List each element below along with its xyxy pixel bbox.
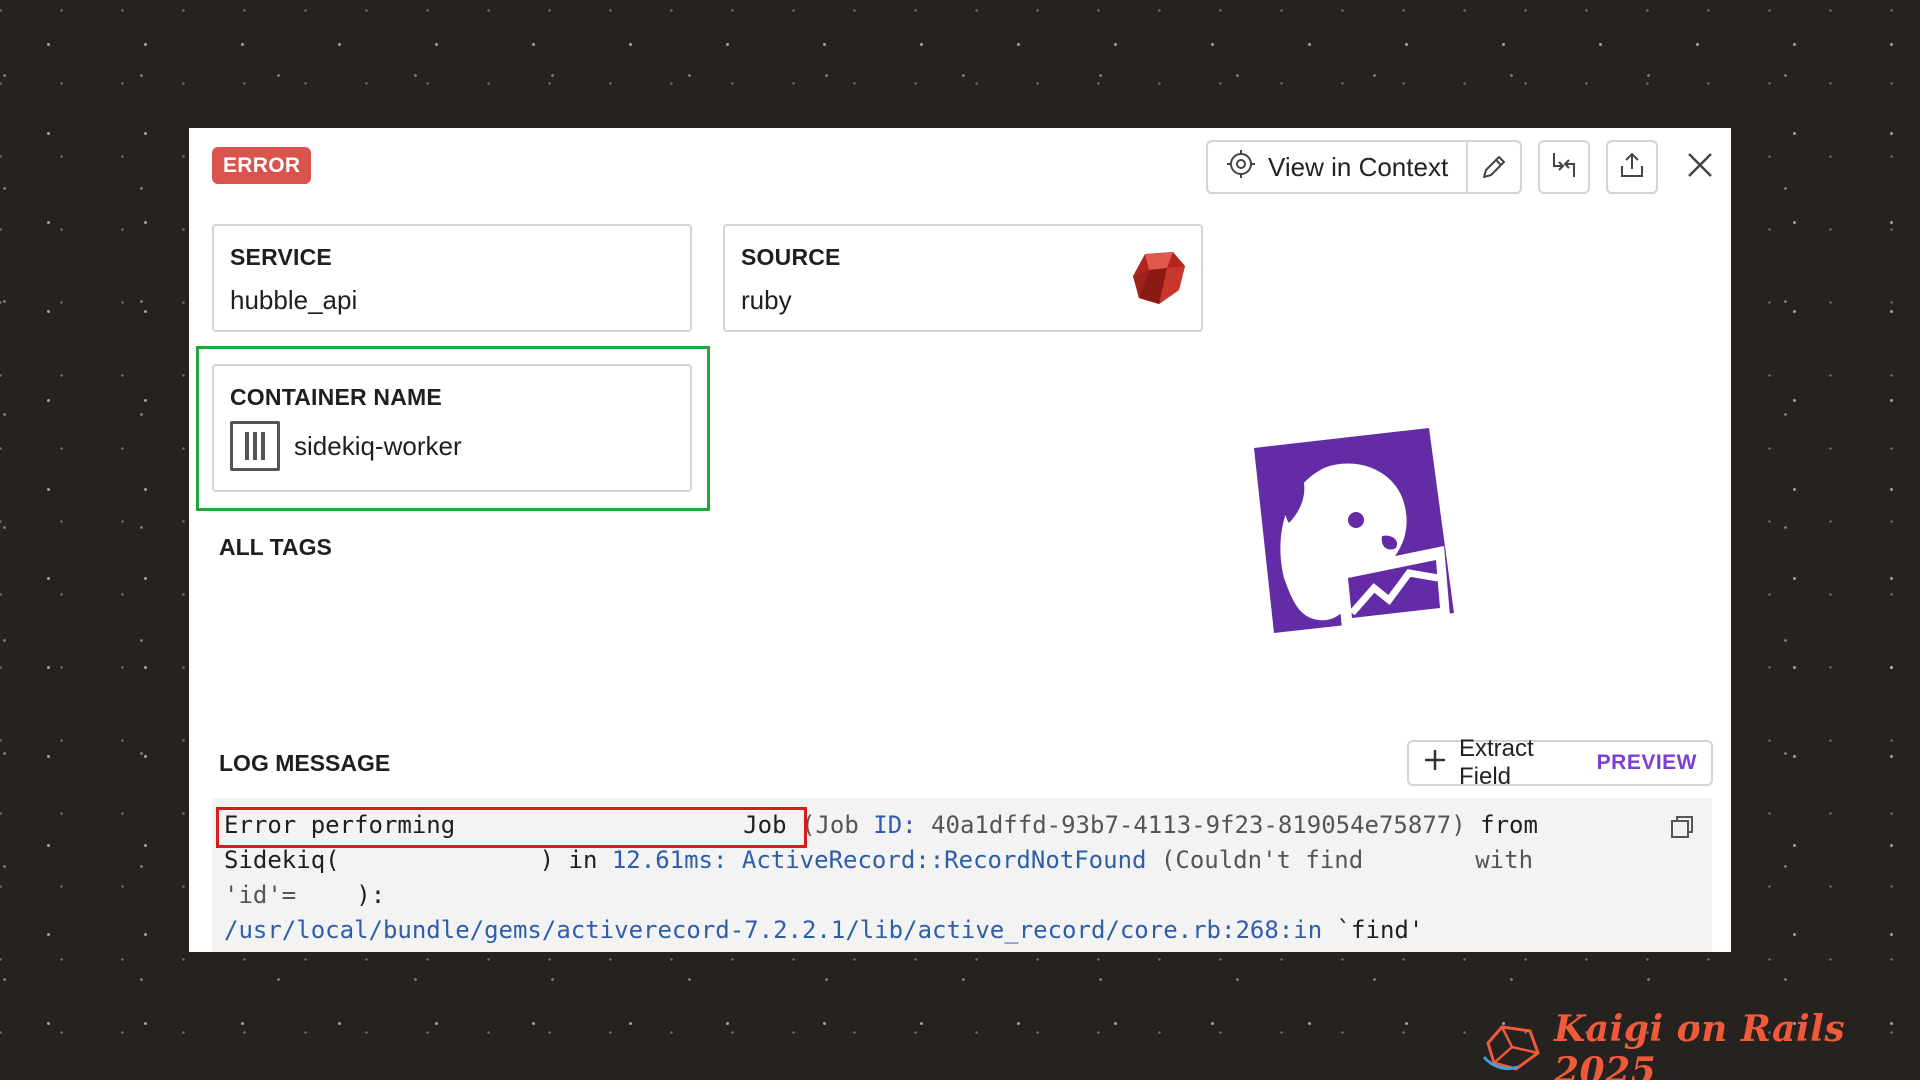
preview-badge: PREVIEW <box>1596 751 1697 774</box>
container-name-value: sidekiq-worker <box>294 430 462 461</box>
log-find-method: `find' <box>1322 916 1424 944</box>
log-id-equals: 'id'= <box>224 881 297 909</box>
log-with: with <box>1475 846 1534 874</box>
log-line-4: /usr/local/bundle/gems/activerecord-7.2.… <box>224 913 1700 948</box>
swap-icon <box>1549 150 1579 185</box>
source-label: SOURCE <box>741 244 841 270</box>
ruby-gem-icon <box>1131 250 1187 306</box>
container-icon <box>230 421 280 471</box>
plus-icon <box>1423 748 1447 779</box>
log-line-3: 'id'=): <box>224 878 1700 913</box>
edit-button[interactable] <box>1468 142 1520 192</box>
share-icon <box>1618 151 1646 184</box>
view-context-group: View in Context <box>1206 140 1523 194</box>
pencil-icon <box>1480 153 1508 186</box>
conference-brand: Kaigi on Rails 2025 <box>1482 1008 1920 1080</box>
log-stack-path: /usr/local/bundle/gems/activerecord-7.2.… <box>224 916 1323 944</box>
source-card[interactable]: SOURCE ruby <box>723 224 1203 332</box>
conference-name: Kaigi on Rails 2025 <box>1554 1008 1846 1080</box>
all-tags-heading: ALL TAGS <box>219 534 332 560</box>
extract-field-button[interactable]: Extract Field PREVIEW <box>1407 735 1713 790</box>
close-icon <box>1686 151 1714 184</box>
swap-button[interactable] <box>1538 140 1591 194</box>
status-badge: ERROR <box>212 147 312 184</box>
log-in: ) in <box>539 846 612 874</box>
log-id-key: ID: <box>873 811 917 839</box>
view-in-context-label: View in Context <box>1268 151 1449 182</box>
crosshair-icon <box>1226 149 1256 186</box>
copy-icon[interactable] <box>1669 814 1695 840</box>
container-row: sidekiq-worker <box>230 421 674 471</box>
service-value: hubble_api <box>230 285 358 315</box>
log-sidekiq: Sidekiq( <box>224 846 340 874</box>
share-button[interactable] <box>1606 140 1659 194</box>
service-label: SERVICE <box>230 244 332 270</box>
ruby-cube-icon <box>1482 1023 1544 1078</box>
log-detail-panel: ERROR View in Context SERVICE hubble_api… <box>189 128 1731 952</box>
container-name-label: CONTAINER NAME <box>230 384 442 410</box>
extract-field-label: Extract Field <box>1459 735 1534 790</box>
container-name-card[interactable]: CONTAINER NAME sidekiq-worker <box>212 364 692 492</box>
log-duration-exception: 12.61ms: ActiveRecord::RecordNotFound <box>611 846 1147 874</box>
log-couldnt-find: (Couldn't find <box>1146 846 1364 874</box>
datadog-logo <box>1244 428 1474 658</box>
log-message-heading: LOG MESSAGE <box>219 750 391 776</box>
view-in-context-button[interactable]: View in Context <box>1208 142 1469 192</box>
log-close-paren: ): <box>356 881 386 909</box>
service-card[interactable]: SERVICE hubble_api <box>212 224 692 332</box>
close-button[interactable] <box>1674 140 1726 194</box>
log-from: from <box>1465 811 1538 839</box>
log-job-id: 40a1dffd-93b7-4113-9f23-819054e75877) <box>916 811 1466 839</box>
error-job-highlight <box>216 807 807 848</box>
toolbar: View in Context <box>1206 140 1726 194</box>
source-value: ruby <box>741 285 792 315</box>
log-line-2: Sidekiq( ) in 12.61ms: ActiveRecord::Reco… <box>224 843 1700 878</box>
